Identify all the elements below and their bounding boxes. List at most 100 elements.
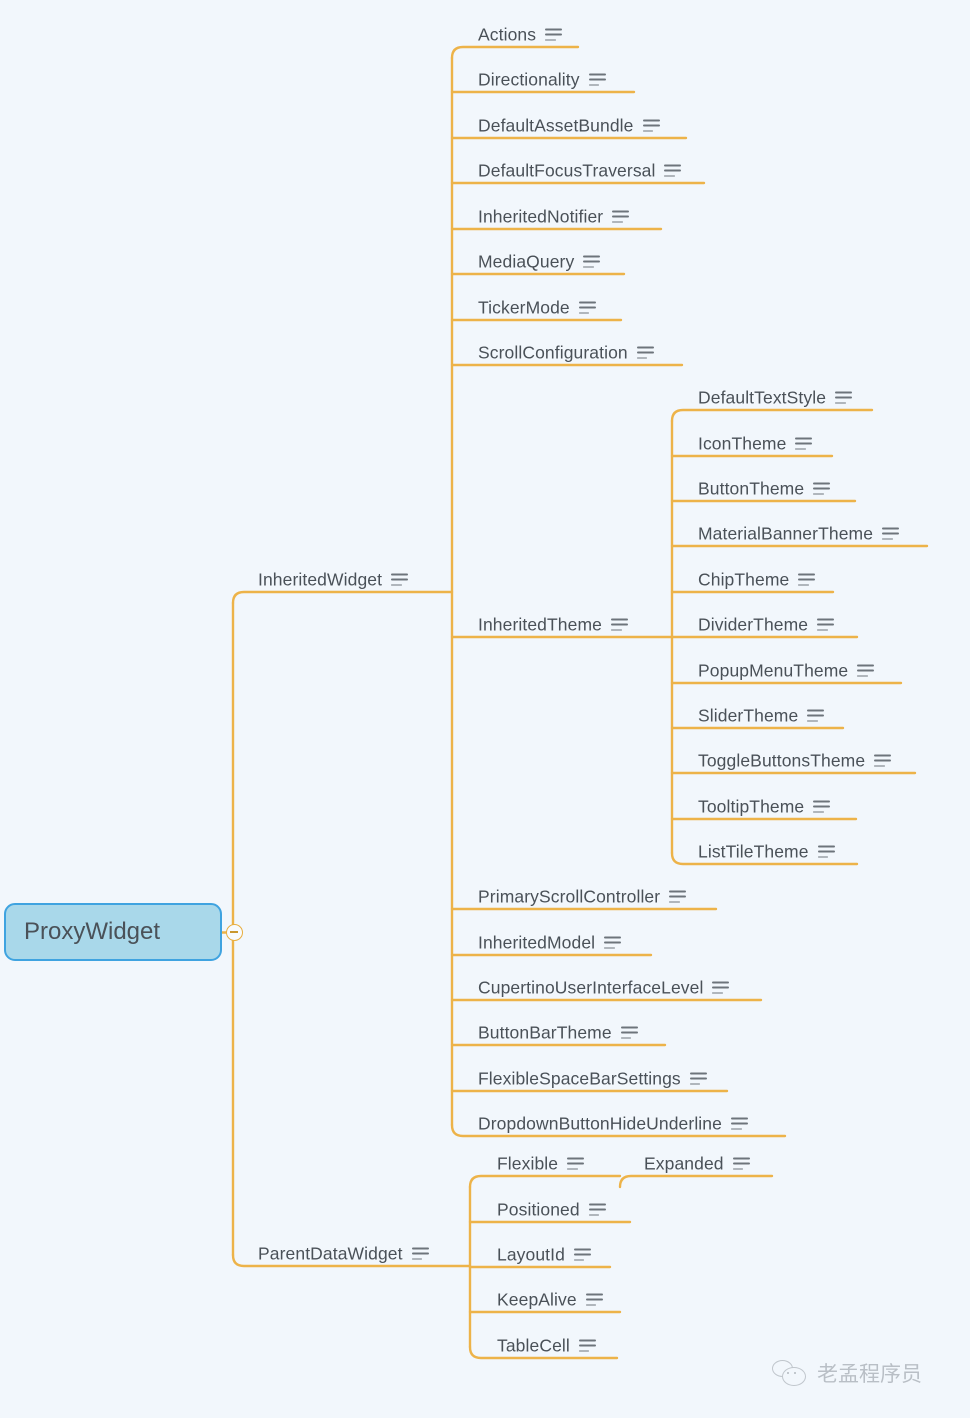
node-table-cell[interactable]: TableCell (497, 1335, 596, 1359)
node-label: ToggleButtonsTheme (698, 750, 866, 771)
note-lines-icon[interactable] (732, 1157, 750, 1171)
note-lines-icon[interactable] (642, 119, 660, 133)
node-toggle-buttons-theme[interactable]: ToggleButtonsTheme (698, 750, 892, 774)
node-scroll-configuration[interactable]: ScrollConfiguration (478, 342, 654, 366)
node-label: PopupMenuTheme (698, 660, 849, 681)
note-lines-icon[interactable] (545, 28, 563, 42)
note-lines-icon[interactable] (578, 1339, 596, 1353)
node-dropdown-button-hide-underline[interactable]: DropdownButtonHideUnderline (478, 1113, 748, 1137)
node-layout-id[interactable]: LayoutId (497, 1244, 591, 1268)
node-default-text-style[interactable]: DefaultTextStyle (698, 389, 853, 411)
note-lines-icon[interactable] (411, 1247, 429, 1261)
node-label: SliderTheme (698, 705, 799, 726)
note-lines-icon[interactable] (636, 346, 654, 360)
node-label: TableCell (497, 1335, 570, 1356)
node-label: DividerTheme (698, 614, 809, 635)
note-lines-icon[interactable] (807, 709, 825, 723)
branch-inherited-widget[interactable]: InheritedWidget (258, 569, 409, 593)
note-lines-icon[interactable] (712, 981, 730, 995)
node-keep-alive[interactable]: KeepAlive (497, 1289, 603, 1313)
node-label: ChipTheme (698, 569, 790, 590)
note-lines-icon[interactable] (689, 1072, 707, 1086)
node-inherited-theme[interactable]: InheritedTheme (478, 616, 628, 638)
note-lines-icon[interactable] (172, 924, 193, 940)
node-label: InheritedModel (478, 932, 596, 953)
node-tooltip-theme[interactable]: TooltipTheme (698, 798, 831, 820)
node-default-asset-bundle[interactable]: DefaultAssetBundle (478, 115, 660, 139)
note-lines-icon[interactable] (795, 437, 813, 451)
node-label: Actions (478, 24, 537, 45)
node-label: PrimaryScrollController (478, 886, 661, 907)
node-media-query[interactable]: MediaQuery (478, 253, 601, 275)
node-positioned[interactable]: Positioned (497, 1201, 606, 1223)
watermark: 老孟程序员 (772, 1358, 922, 1388)
note-lines-icon[interactable] (669, 890, 687, 904)
note-lines-icon[interactable] (391, 573, 409, 587)
node-label: LayoutId (497, 1244, 565, 1265)
note-lines-icon[interactable] (874, 754, 892, 768)
node-label: FlexibleSpaceBarSettings (478, 1068, 681, 1089)
node-divider-theme[interactable]: DividerTheme (698, 614, 835, 638)
node-cupertino-user-interface-level[interactable]: CupertinoUserInterfaceLevel (478, 977, 730, 1001)
note-lines-icon[interactable] (730, 1117, 748, 1131)
node-default-focus-traversal[interactable]: DefaultFocusTraversal (478, 160, 682, 184)
note-lines-icon[interactable] (612, 210, 630, 224)
node-label: ScrollConfiguration (478, 342, 628, 363)
note-lines-icon[interactable] (588, 73, 606, 87)
root-node-label: ProxyWidget (24, 918, 161, 945)
node-actions[interactable]: Actions (478, 24, 563, 48)
note-lines-icon[interactable] (813, 482, 831, 496)
note-lines-icon[interactable] (588, 1203, 606, 1217)
node-label: Flexible (497, 1153, 559, 1174)
note-lines-icon[interactable] (585, 1293, 603, 1307)
note-lines-icon[interactable] (578, 301, 596, 315)
root-node-proxywidget[interactable]: ProxyWidget (4, 903, 222, 961)
node-expanded[interactable]: Expanded (644, 1155, 750, 1177)
node-directionality[interactable]: Directionality (478, 69, 606, 93)
node-primary-scroll-controller[interactable]: PrimaryScrollController (478, 886, 687, 910)
node-inherited-notifier[interactable]: InheritedNotifier (478, 206, 630, 230)
note-lines-icon[interactable] (857, 664, 875, 678)
note-lines-icon[interactable] (817, 845, 835, 859)
node-slider-theme[interactable]: SliderTheme (698, 705, 825, 729)
note-lines-icon[interactable] (620, 1026, 638, 1040)
note-lines-icon[interactable] (882, 527, 900, 541)
note-lines-icon[interactable] (604, 936, 622, 950)
node-popup-menu-theme[interactable]: PopupMenuTheme (698, 660, 875, 684)
note-lines-icon[interactable] (664, 164, 682, 178)
node-label: CupertinoUserInterfaceLevel (478, 977, 704, 998)
note-lines-icon[interactable] (610, 618, 628, 632)
note-lines-icon[interactable] (567, 1157, 585, 1171)
note-lines-icon[interactable] (813, 800, 831, 814)
note-lines-icon[interactable] (835, 391, 853, 405)
node-label: DefaultAssetBundle (478, 115, 634, 136)
watermark-text: 老孟程序员 (817, 1362, 922, 1386)
node-label: InheritedNotifier (478, 206, 604, 227)
note-lines-icon[interactable] (817, 618, 835, 632)
node-flexible-space-bar-settings[interactable]: FlexibleSpaceBarSettings (478, 1068, 707, 1092)
node-button-bar-theme[interactable]: ButtonBarTheme (478, 1022, 638, 1046)
node-label: ButtonTheme (698, 478, 805, 499)
node-chip-theme[interactable]: ChipTheme (698, 569, 816, 593)
node-label: DropdownButtonHideUnderline (478, 1113, 722, 1134)
branch-parent-data-widget[interactable]: ParentDataWidget (258, 1243, 429, 1267)
node-ticker-mode[interactable]: TickerMode (478, 297, 596, 321)
node-label: TickerMode (478, 297, 570, 318)
node-label: KeepAlive (497, 1289, 577, 1310)
node-label: DefaultFocusTraversal (478, 160, 656, 181)
node-label: Directionality (478, 69, 580, 90)
note-lines-icon[interactable] (583, 255, 601, 269)
node-icon-theme[interactable]: IconTheme (698, 435, 813, 457)
collapse-minus-icon[interactable] (226, 924, 243, 941)
node-list-tile-theme[interactable]: ListTileTheme (698, 843, 835, 865)
note-lines-icon[interactable] (798, 573, 816, 587)
node-label: InheritedWidget (258, 569, 383, 590)
wechat-logo-icon (772, 1359, 806, 1387)
node-label: ParentDataWidget (258, 1243, 403, 1264)
node-flexible[interactable]: Flexible (497, 1153, 585, 1177)
node-inherited-model[interactable]: InheritedModel (478, 932, 622, 956)
node-material-banner-theme[interactable]: MaterialBannerTheme (698, 525, 900, 547)
node-button-theme[interactable]: ButtonTheme (698, 478, 831, 502)
node-label: ButtonBarTheme (478, 1022, 612, 1043)
note-lines-icon[interactable] (573, 1248, 591, 1262)
